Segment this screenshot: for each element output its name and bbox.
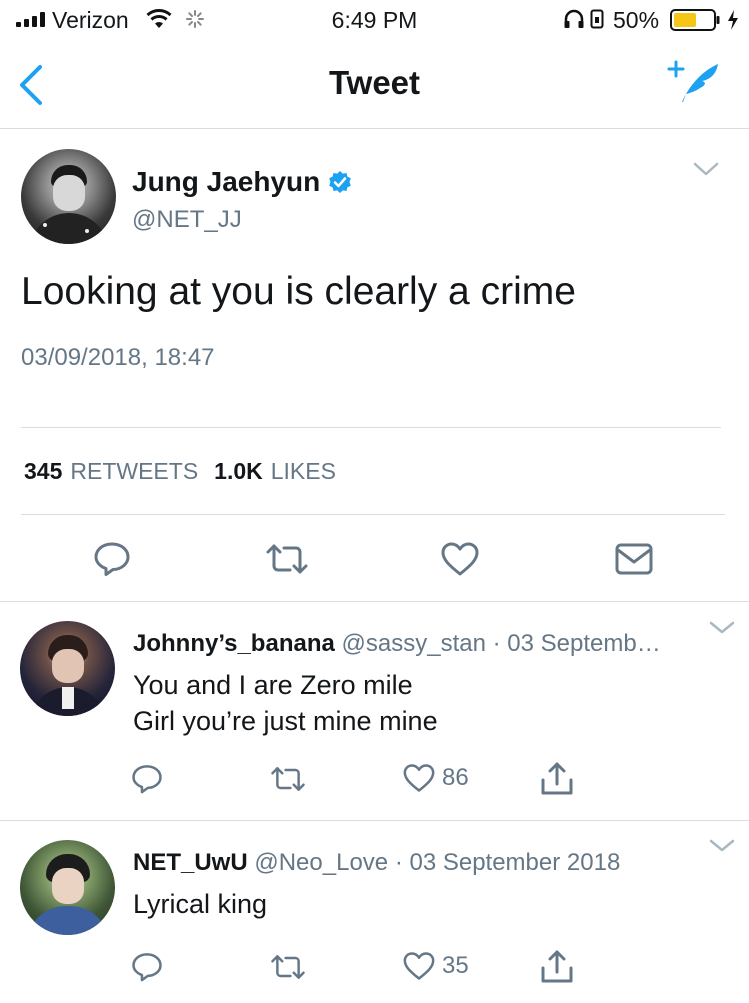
reply-text-line: Lyrical king	[133, 889, 268, 919]
like-heart-icon	[402, 951, 436, 981]
reply-text-line: You and I are Zero mile	[133, 670, 413, 700]
retweets-label: RETWEETS	[70, 458, 199, 484]
reply-text-line: Girl you’re just mine mine	[133, 706, 438, 736]
engagement-stats: 345 RETWEETS 1.0K LIKES	[24, 458, 336, 485]
retweets-stat[interactable]: 345 RETWEETS	[24, 458, 198, 485]
reply-author-handle[interactable]: @Neo_Love	[254, 849, 388, 876]
like-heart-icon[interactable]	[440, 541, 480, 577]
reply-author-handle[interactable]: @sassy_stan	[342, 630, 486, 657]
divider	[21, 514, 725, 515]
like-heart-icon	[402, 763, 436, 793]
reply-author-name[interactable]: Johnny’s_banana	[133, 630, 335, 657]
share-icon[interactable]	[540, 762, 574, 796]
reply-avatar[interactable]	[20, 621, 115, 716]
tweet-timestamp: 03/09/2018, 18:47	[21, 344, 215, 371]
reply-icon[interactable]	[131, 763, 163, 795]
reply-menu-chevron-icon[interactable]	[708, 838, 736, 854]
headphones-icon	[563, 9, 585, 29]
author-handle[interactable]: @NET_JJ	[132, 206, 242, 234]
tweet-text: Looking at you is clearly a crime	[21, 270, 576, 313]
battery-icon	[670, 9, 720, 31]
likes-label: LIKES	[270, 458, 336, 484]
reply-avatar[interactable]	[20, 840, 115, 935]
status-bar: Verizon 6:49 PM 50%	[0, 0, 749, 40]
reply-icon[interactable]	[93, 540, 131, 578]
like-button[interactable]: 35	[402, 951, 469, 981]
direct-message-icon[interactable]	[614, 542, 654, 576]
nav-title: Tweet	[328, 64, 421, 101]
section-divider	[0, 601, 749, 602]
nav-divider	[0, 128, 749, 129]
share-icon[interactable]	[540, 950, 574, 984]
retweet-icon[interactable]	[270, 953, 306, 981]
reply-author-name[interactable]: NET_UwU	[133, 849, 248, 876]
like-count: 35	[442, 952, 469, 979]
reply-date: · 03 September 2018	[394, 849, 621, 876]
author-name[interactable]: Jung Jaehyun	[132, 166, 320, 198]
charging-bolt-icon	[727, 10, 739, 30]
divider	[21, 427, 721, 428]
retweet-icon[interactable]	[270, 765, 306, 793]
likes-stat[interactable]: 1.0K LIKES	[214, 458, 336, 485]
battery-percent: 50%	[613, 7, 660, 33]
like-button[interactable]: 86	[402, 763, 469, 793]
compose-tweet-icon[interactable]	[666, 58, 722, 106]
reply-text: You and I are Zero mile Girl you’re just…	[133, 667, 438, 739]
portrait-lock-icon	[590, 9, 604, 29]
retweets-count: 345	[24, 458, 63, 484]
reply-icon[interactable]	[131, 951, 163, 983]
likes-count: 1.0K	[214, 458, 263, 484]
retweet-icon[interactable]	[265, 542, 309, 576]
reply-date: · 03 Septemb…	[492, 630, 661, 657]
reply-menu-chevron-icon[interactable]	[708, 620, 736, 636]
verified-badge-icon	[328, 170, 352, 194]
author-avatar[interactable]	[21, 149, 116, 244]
tweet-menu-chevron-icon[interactable]	[692, 160, 720, 178]
reply-text: Lyrical king	[133, 886, 267, 922]
like-count: 86	[442, 764, 469, 791]
section-divider	[0, 820, 749, 821]
